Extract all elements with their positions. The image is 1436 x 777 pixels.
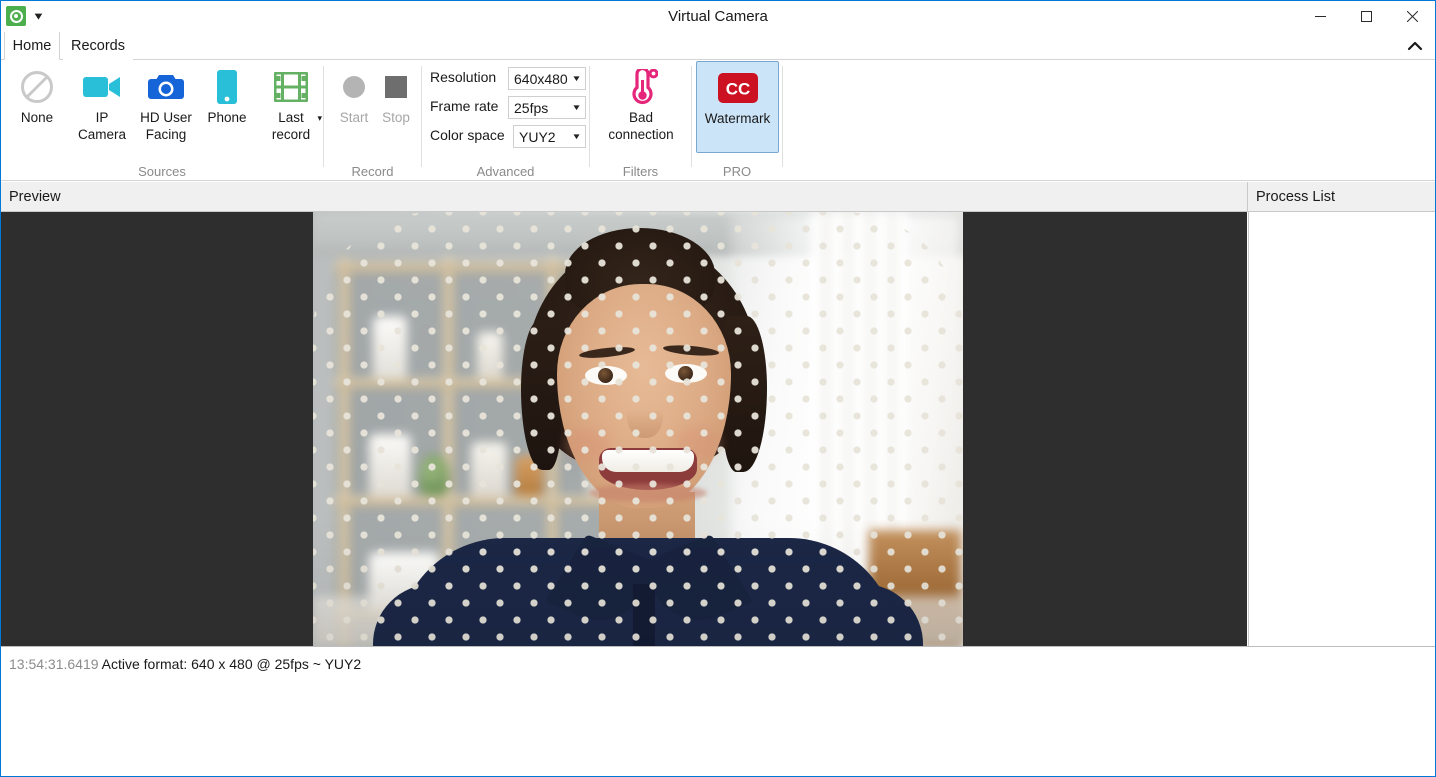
source-label-ip-camera: IP Camera [78, 109, 126, 143]
smartphone-icon [216, 67, 238, 107]
collapse-ribbon-icon[interactable] [1403, 36, 1427, 56]
ribbon-group-label-advanced: Advanced [422, 164, 589, 179]
record-circle-icon [341, 67, 367, 107]
chevron-down-icon[interactable]: ▼ [565, 132, 587, 141]
log-timestamp: 13:54:31.6419 [9, 656, 99, 672]
ribbon-group-advanced: Resolution 640x480 ▼ Frame rate 25fps ▼ … [422, 60, 589, 181]
source-label-last-record: Last record [272, 109, 310, 143]
color-space-value: YUY2 [514, 129, 568, 145]
record-label-start: Start [340, 109, 369, 126]
process-list-panel[interactable] [1248, 212, 1435, 646]
cc-badge-icon: CC [718, 68, 758, 108]
pro-label-watermark: Watermark [705, 110, 771, 127]
resolution-value: 640x480 [509, 71, 568, 87]
label-frame-rate: Frame rate [430, 98, 498, 114]
chevron-down-icon[interactable]: ▼ [565, 103, 587, 112]
photo-camera-icon [147, 67, 185, 107]
source-button-phone[interactable]: Phone [200, 60, 254, 127]
svg-text:CC: CC [725, 80, 750, 99]
ribbon: None IP Camera [1, 60, 1435, 181]
record-button-stop[interactable]: Stop [374, 60, 418, 127]
source-label-hd-user-facing: HD User Facing [140, 109, 192, 143]
record-button-start[interactable]: Start [332, 60, 376, 127]
preview-panel-title: Preview [9, 182, 61, 212]
ribbon-group-sources: None IP Camera [1, 60, 323, 181]
source-button-none[interactable]: None [11, 60, 63, 127]
ribbon-group-label-record: Record [324, 164, 421, 179]
log-entry: 13:54:31.6419 Active format: 640 x 480 @… [9, 656, 361, 672]
stop-square-icon [384, 67, 408, 107]
tab-records[interactable]: Records [63, 32, 133, 60]
source-button-hd-user-facing[interactable]: HD User Facing [133, 60, 199, 144]
source-button-ip-camera[interactable]: IP Camera [71, 60, 133, 144]
no-entry-icon [20, 67, 54, 107]
source-label-none: None [21, 109, 53, 126]
close-icon[interactable] [1389, 1, 1435, 32]
pro-button-watermark[interactable]: CC Watermark [696, 61, 779, 153]
title-bar: ▼ Virtual Camera [1, 1, 1435, 32]
frame-rate-combobox[interactable]: 25fps ▼ [508, 96, 586, 119]
ribbon-group-filters: Bad connection Filters [590, 60, 691, 181]
minimize-icon[interactable] [1297, 1, 1343, 32]
chevron-down-icon[interactable]: ▼ [565, 74, 587, 83]
color-space-combobox[interactable]: YUY2 ▼ [513, 125, 586, 148]
panel-header-bar: Preview Process List [1, 182, 1435, 212]
window-controls [1297, 1, 1435, 32]
ribbon-group-label-sources: Sources [1, 164, 323, 179]
thermometer-icon [624, 67, 658, 107]
source-button-last-record[interactable]: Last record ▾ [257, 60, 325, 144]
ribbon-group-pro: CC Watermark PRO [692, 60, 782, 181]
film-strip-icon [274, 67, 308, 107]
ribbon-group-label-filters: Filters [590, 164, 691, 179]
resolution-combobox[interactable]: 640x480 ▼ [508, 67, 586, 90]
tab-home[interactable]: Home [4, 32, 60, 60]
process-list-panel-title: Process List [1256, 182, 1335, 212]
log-panel: 13:54:31.6419 Active format: 640 x 480 @… [1, 646, 1435, 776]
record-label-stop: Stop [382, 109, 410, 126]
label-resolution: Resolution [430, 69, 496, 85]
frame-rate-value: 25fps [509, 100, 568, 116]
window-title: Virtual Camera [1, 1, 1435, 32]
ribbon-tab-strip: Home Records [1, 32, 1435, 60]
video-camera-icon [82, 67, 122, 107]
maximize-icon[interactable] [1343, 1, 1389, 32]
last-record-dropdown-caret[interactable]: ▾ [317, 110, 322, 127]
preview-area[interactable] [1, 212, 1247, 646]
filter-label-bad-connection: Bad connection [608, 109, 673, 143]
ribbon-group-label-pro: PRO [692, 164, 782, 179]
ribbon-group-record: Start Stop Record [324, 60, 421, 181]
source-label-phone: Phone [207, 109, 246, 126]
filter-button-bad-connection[interactable]: Bad connection [596, 60, 686, 144]
video-feed [313, 212, 963, 646]
virtual-camera-window: ▼ Virtual Camera Home Records [0, 0, 1436, 777]
log-message: Active format: 640 x 480 @ 25fps ~ YUY2 [102, 656, 361, 672]
label-color-space: Color space [430, 127, 505, 143]
